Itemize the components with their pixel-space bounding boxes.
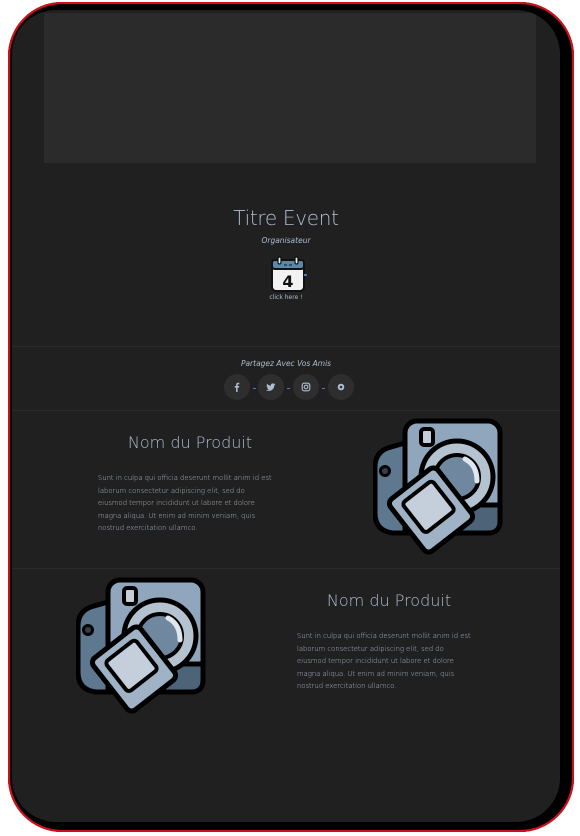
event-title: Titre Event [233,206,339,230]
separator [322,388,325,389]
event-banner [44,13,536,163]
divider [12,568,560,569]
separator [287,388,290,389]
product-title: Nom du Produit [127,433,253,452]
divider [12,410,560,411]
camera-icon [75,574,208,724]
svg-text:4: 4 [282,272,293,291]
event-organizer: Organisateur [261,236,311,245]
product-description: Sunt in culpa qui officia deserunt molli… [297,632,471,691]
screen: Titre Event Organisateur 4 click here ! … [12,10,560,822]
facebook-icon[interactable] [224,374,250,400]
product-title: Nom du Produit [326,591,452,610]
twitter-icon[interactable] [258,374,284,400]
divider [12,346,560,347]
calendar-connector [304,274,307,276]
product-description: Sunt in culpa qui officia deserunt molli… [98,474,272,533]
calendar-caption[interactable]: click here ! [12,294,560,301]
share-label: Partagez Avec Vos Amis [240,359,332,368]
separator [253,388,256,389]
circle-icon[interactable] [328,374,354,400]
camera-icon [372,415,505,565]
calendar-icon[interactable]: 4 [271,256,305,292]
instagram-icon[interactable] [293,374,319,400]
